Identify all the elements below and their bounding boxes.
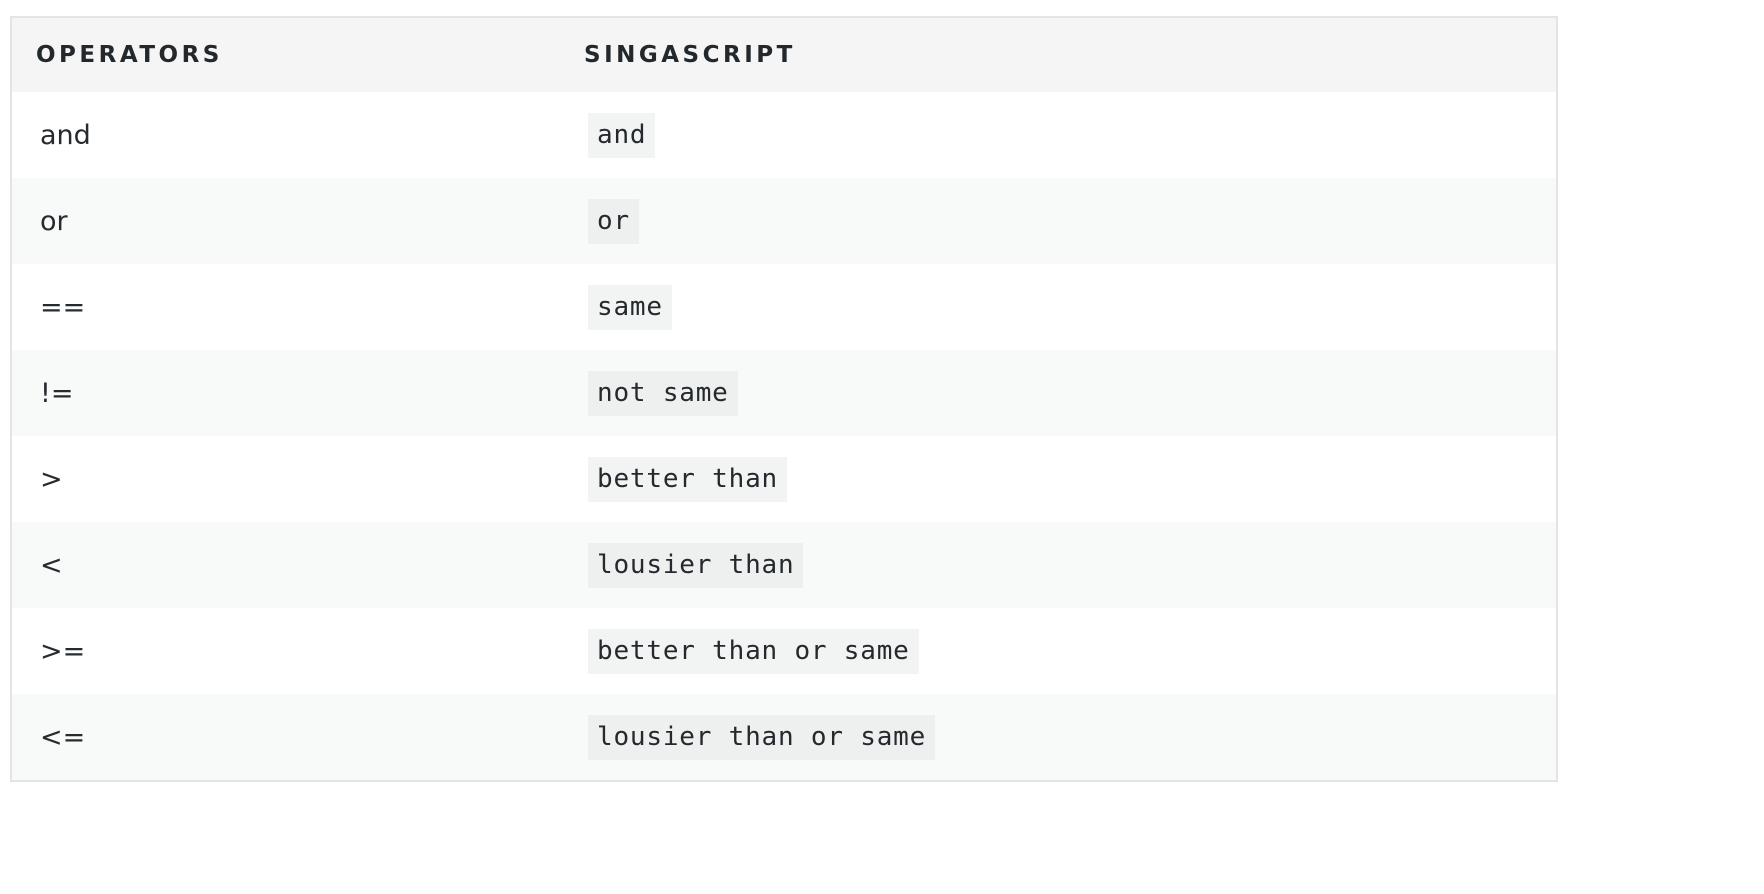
singascript-code: same xyxy=(588,284,672,330)
table-row: <= lousier than or same xyxy=(12,694,1556,780)
singascript-code: and xyxy=(588,112,656,158)
table-row: != not same xyxy=(12,350,1556,436)
table-header-row: OPERATORS SINGASCRIPT xyxy=(12,18,1556,92)
operator-cell: == xyxy=(40,291,86,323)
singascript-cell: not same xyxy=(560,350,1556,436)
singascript-cell: better than or same xyxy=(560,608,1556,694)
column-header-operators: OPERATORS xyxy=(36,42,223,68)
singascript-cell: same xyxy=(560,264,1556,350)
column-header-singascript: SINGASCRIPT xyxy=(584,42,796,68)
operator-cell: <= xyxy=(40,721,86,753)
operator-cell: != xyxy=(40,377,74,409)
singascript-code: or xyxy=(588,198,639,244)
table-row: and and xyxy=(12,92,1556,178)
singascript-code: better than xyxy=(588,456,787,502)
singascript-code: lousier than xyxy=(588,542,804,588)
operator-cell: and xyxy=(40,119,91,151)
singascript-cell: lousier than or same xyxy=(560,694,1556,780)
singascript-cell: better than xyxy=(560,436,1556,522)
singascript-cell: lousier than xyxy=(560,522,1556,608)
table-row: >= better than or same xyxy=(12,608,1556,694)
operator-cell: >= xyxy=(40,635,86,667)
table-row: == same xyxy=(12,264,1556,350)
singascript-cell: and xyxy=(560,92,1556,178)
operator-cell: < xyxy=(40,549,63,581)
singascript-code: lousier than or same xyxy=(588,714,936,760)
operators-table: OPERATORS SINGASCRIPT and and or or == s… xyxy=(12,18,1556,780)
operators-table-container: OPERATORS SINGASCRIPT and and or or == s… xyxy=(10,16,1558,782)
operator-cell: or xyxy=(40,205,68,237)
operator-cell: > xyxy=(40,463,63,495)
table-row: > better than xyxy=(12,436,1556,522)
table-row: < lousier than xyxy=(12,522,1556,608)
singascript-cell: or xyxy=(560,178,1556,264)
singascript-code: not same xyxy=(588,370,738,416)
table-body: and and or or == same != not same > bett… xyxy=(12,92,1556,780)
table-row: or or xyxy=(12,178,1556,264)
table-header: OPERATORS SINGASCRIPT xyxy=(12,18,1556,92)
singascript-code: better than or same xyxy=(588,628,919,674)
